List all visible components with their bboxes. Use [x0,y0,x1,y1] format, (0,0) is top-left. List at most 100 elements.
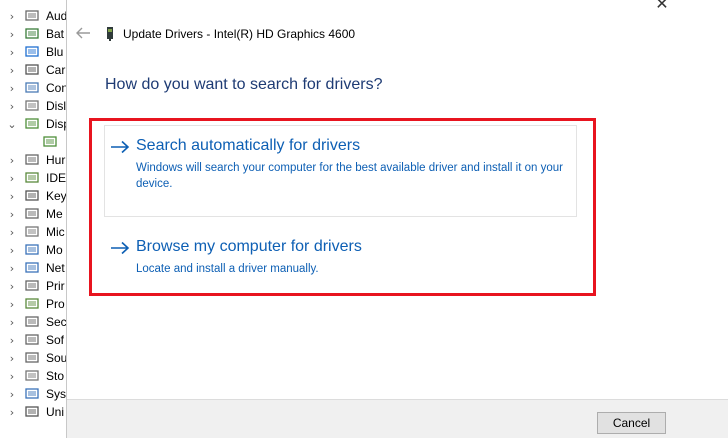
dialog-title: Update Drivers - Intel(R) HD Graphics 46… [123,27,356,41]
disk-drive-icon [25,100,39,111]
back-arrow-icon[interactable] [75,26,91,40]
chevron-right-icon[interactable]: › [7,295,17,313]
chevron-right-icon[interactable]: › [7,25,17,43]
tree-item-label: Prir [46,279,65,293]
chevron-right-icon[interactable]: › [7,223,17,241]
tree-item-label: Sou [46,351,66,365]
tree-item-label: Sec [46,315,66,329]
close-icon[interactable]: ✕ [652,0,672,13]
tree-item-label: Blu [46,45,64,59]
dialog-footer: Cancel [67,399,728,438]
processor-icon [25,298,39,309]
battery-icon [25,28,39,39]
tree-item[interactable]: › Sys [0,385,66,403]
ide-controller-icon [25,172,39,183]
tree-item[interactable]: › Con [0,79,66,97]
sound-icon [25,352,39,363]
computer-icon [25,82,39,93]
mouse-icon [25,226,39,237]
tree-item[interactable]: › Sof [0,331,66,349]
tree-item-label: IDE [46,171,66,185]
network-adapter-icon [25,262,39,273]
tree-item-label: Net [46,261,65,275]
monitor-icon [25,244,39,255]
chevron-right-icon[interactable]: › [7,349,17,367]
device-tree: › Aud › Bat › Blu › Car › Con › Disl ⌄ Disp › Hur › IDE › K… [0,0,66,438]
camera-icon [25,64,39,75]
chevron-down-icon[interactable]: ⌄ [7,115,17,133]
chevron-right-icon[interactable]: › [7,187,17,205]
tree-item-label: Disp [46,117,66,131]
chevron-right-icon[interactable]: › [7,205,17,223]
tree-item[interactable]: › Pro [0,295,66,313]
bluetooth-icon [25,46,39,57]
tree-item-label: Sys [46,387,66,401]
display-adapter-icon [25,118,39,129]
tree-item-label: Sof [46,333,65,347]
chevron-right-icon[interactable]: › [7,403,17,421]
tree-item[interactable]: › Uni [0,403,66,421]
tree-item-label: Me [46,207,63,221]
chevron-right-icon[interactable]: › [7,331,17,349]
tree-item[interactable] [0,133,66,151]
tree-item[interactable]: › Sec [0,313,66,331]
hid-icon [25,154,39,165]
chevron-right-icon[interactable]: › [7,169,17,187]
display-adapter-child-icon [43,136,57,147]
print-queue-icon [25,280,39,291]
chevron-right-icon[interactable]: › [7,277,17,295]
tree-item-label: Car [46,63,66,77]
tree-item[interactable]: › Mic [0,223,66,241]
tree-item[interactable]: › Hur [0,151,66,169]
chevron-right-icon[interactable]: › [7,97,17,115]
tree-item[interactable]: › Car [0,61,66,79]
tree-item-label: Sto [46,369,65,383]
system-device-icon [25,388,39,399]
tree-item[interactable]: › Prir [0,277,66,295]
tree-item-label: Bat [46,27,65,41]
red-highlight-box [89,118,596,296]
chevron-right-icon[interactable]: › [7,43,17,61]
security-device-icon [25,316,39,327]
chevron-right-icon[interactable]: › [7,7,17,25]
page-heading: How do you want to search for drivers? [105,76,383,93]
tree-item[interactable]: › IDE [0,169,66,187]
graphics-card-icon [107,27,113,41]
tree-item[interactable]: › Disl [0,97,66,115]
speaker-icon [25,10,39,21]
chevron-right-icon[interactable]: › [7,313,17,331]
software-component-icon [25,334,39,345]
tree-item-label: Mo [46,243,63,257]
tree-item[interactable]: › Blu [0,43,66,61]
chevron-right-icon[interactable]: › [7,385,17,403]
tree-item[interactable]: › Net [0,259,66,277]
tree-item[interactable]: › Sto [0,367,66,385]
tree-item-label: Hur [46,153,66,167]
tree-item[interactable]: ⌄ Disp [0,115,66,133]
chevron-right-icon[interactable]: › [7,259,17,277]
chevron-right-icon[interactable]: › [7,367,17,385]
chevron-right-icon[interactable]: › [7,241,17,259]
usb-icon [25,406,39,417]
tree-item[interactable]: › Mo [0,241,66,259]
chevron-right-icon[interactable]: › [7,151,17,169]
tree-item-label: Aud [46,9,66,23]
tree-item-label: Key [46,189,66,203]
keyboard-icon [25,190,39,201]
tree-item-label: Con [46,81,66,95]
cancel-button[interactable]: Cancel [597,412,666,434]
tree-item[interactable]: › Me [0,205,66,223]
chevron-right-icon[interactable] [7,133,17,151]
memory-icon [25,208,39,219]
storage-controller-icon [25,370,39,381]
chevron-right-icon[interactable]: › [7,61,17,79]
tree-item-label: Disl [46,99,66,113]
update-drivers-dialog: ✕ Update Drivers - Intel(R) HD Graphics … [66,0,728,438]
tree-item-label: Uni [46,405,65,419]
tree-item[interactable]: › Aud [0,7,66,25]
chevron-right-icon[interactable]: › [7,79,17,97]
tree-item[interactable]: › Key [0,187,66,205]
tree-item[interactable]: › Sou [0,349,66,367]
tree-item-label: Mic [46,225,65,239]
tree-item[interactable]: › Bat [0,25,66,43]
